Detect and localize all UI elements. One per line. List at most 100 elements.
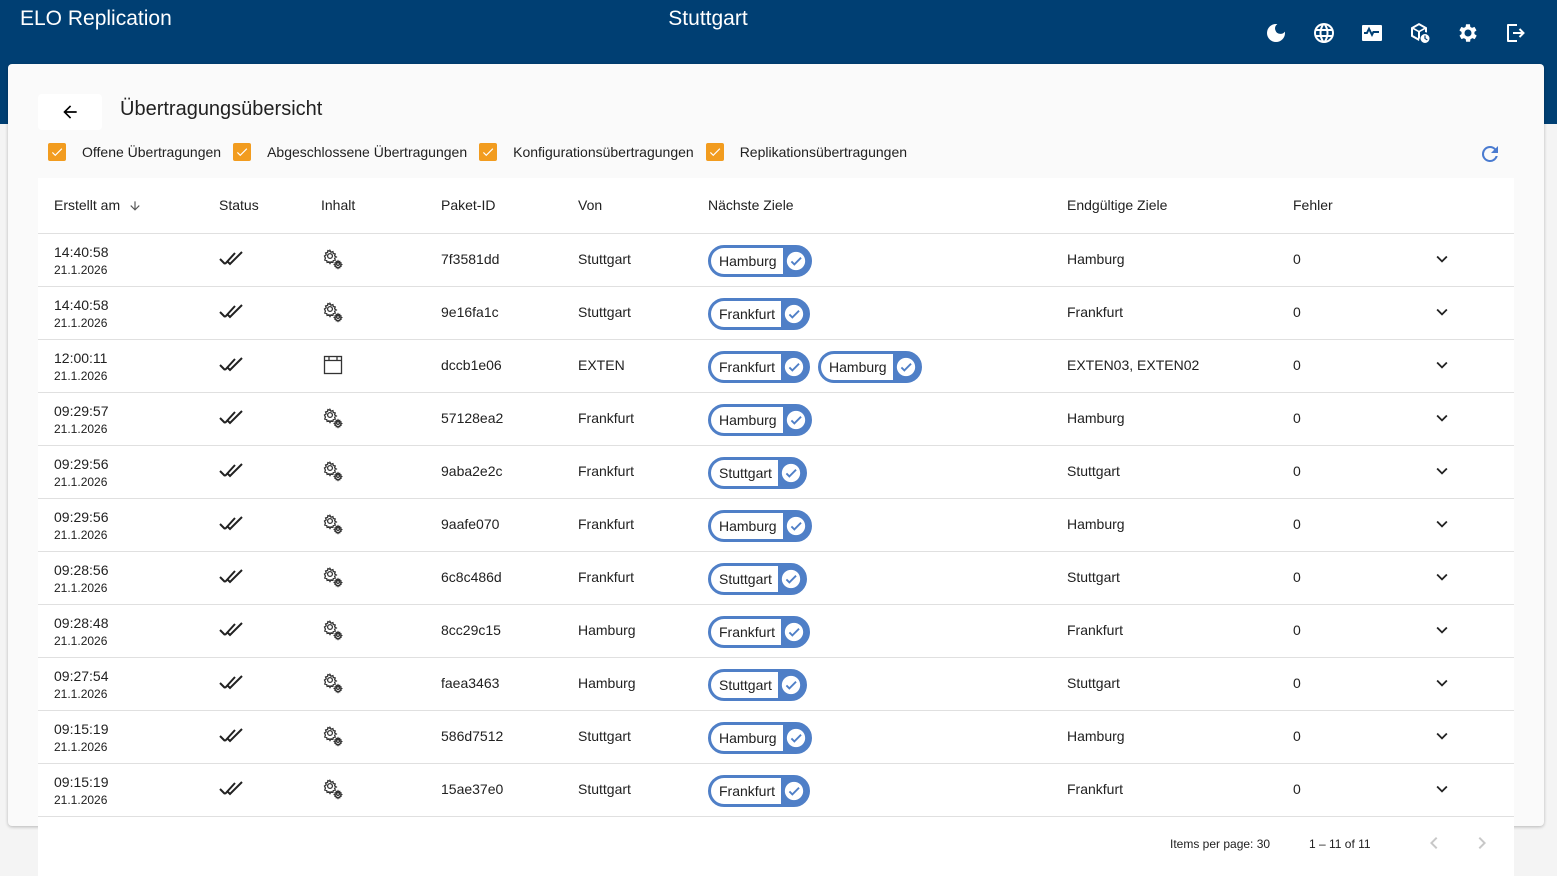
target-chip-label: Hamburg <box>711 513 783 539</box>
chevron-down-icon[interactable] <box>1431 672 1453 694</box>
checkbox[interactable] <box>233 143 252 161</box>
table-header: Erstellt am Status Inhalt Paket-ID Von N… <box>38 178 1514 234</box>
done-all-icon <box>218 778 244 798</box>
items-per-page[interactable]: Items per page: 30 <box>1170 837 1270 851</box>
column-header-content[interactable]: Inhalt <box>321 197 355 213</box>
chevron-down-icon[interactable] <box>1431 566 1453 588</box>
error-count: 0 <box>1293 781 1301 797</box>
column-header-next-targets[interactable]: Nächste Ziele <box>708 197 794 213</box>
target-chip[interactable]: Frankfurt <box>708 616 811 648</box>
created-time: 09:27:54 <box>54 668 109 684</box>
back-button[interactable] <box>38 94 102 130</box>
target-chip-label: Stuttgart <box>711 460 778 486</box>
package-id: 9e16fa1c <box>441 304 499 320</box>
filter-completed-transfers[interactable]: Abgeschlossene Übertragungen <box>233 143 479 161</box>
created-time: 09:29:56 <box>54 456 109 472</box>
target-chip[interactable]: Frankfurt <box>708 351 811 383</box>
from-site: EXTEN <box>578 357 625 373</box>
window-icon <box>321 353 345 377</box>
table-row[interactable]: 09:15:19 21.1.2026 15ae37e0 Stuttgart Fr… <box>38 764 1514 817</box>
package-schedule-icon[interactable] <box>1396 19 1444 47</box>
chevron-down-icon[interactable] <box>1431 354 1453 376</box>
table-row[interactable]: 14:40:58 21.1.2026 9e16fa1c Stuttgart Fr… <box>38 287 1514 340</box>
chevron-down-icon[interactable] <box>1431 407 1453 429</box>
table-row[interactable]: 14:40:58 21.1.2026 7f3581dd Stuttgart Ha… <box>38 234 1514 287</box>
target-chip-label: Frankfurt <box>711 778 782 804</box>
chevron-down-icon[interactable] <box>1431 460 1453 482</box>
checkbox[interactable] <box>479 143 498 161</box>
checkbox[interactable] <box>48 143 66 161</box>
target-chip[interactable]: Stuttgart <box>708 669 807 701</box>
created-time: 12:00:11 <box>54 350 108 366</box>
target-chip[interactable]: Hamburg <box>708 722 812 754</box>
from-site: Frankfurt <box>578 516 635 532</box>
table-row[interactable]: 09:27:54 21.1.2026 faea3463 Hamburg Stut… <box>38 658 1514 711</box>
table-row[interactable]: 09:29:56 21.1.2026 9aba2e2c Frankfurt St… <box>38 446 1514 499</box>
previous-page-button[interactable] <box>1422 831 1446 855</box>
created-date: 21.1.2026 <box>54 528 108 542</box>
target-chip-label: Hamburg <box>711 725 783 751</box>
target-chip[interactable]: Frankfurt <box>708 298 811 330</box>
next-page-button[interactable] <box>1470 831 1494 855</box>
checkbox[interactable] <box>705 143 724 161</box>
column-header-package-id[interactable]: Paket-ID <box>441 197 495 213</box>
final-targets: Hamburg <box>1067 410 1125 426</box>
filter-bar: Offene Übertragungen Abgeschlossene Über… <box>48 143 919 161</box>
target-chip[interactable]: Hamburg <box>708 404 812 436</box>
chevron-down-icon[interactable] <box>1431 301 1453 323</box>
table-row[interactable]: 09:29:57 21.1.2026 57128ea2 Frankfurt Ha… <box>38 393 1514 446</box>
table-row[interactable]: 09:15:19 21.1.2026 586d7512 Stuttgart Ha… <box>38 711 1514 764</box>
column-header-errors[interactable]: Fehler <box>1293 197 1333 213</box>
target-chip[interactable]: Hamburg <box>708 510 812 542</box>
chevron-down-icon[interactable] <box>1431 778 1453 800</box>
chevron-down-icon[interactable] <box>1431 725 1453 747</box>
package-id: faea3463 <box>441 675 500 691</box>
table-row[interactable]: 12:00:11 21.1.2026 dccb1e06 EXTEN Frankf… <box>38 340 1514 393</box>
error-count: 0 <box>1293 675 1301 691</box>
created-time: 09:28:48 <box>54 615 109 631</box>
table-row[interactable]: 09:29:56 21.1.2026 9aafe070 Frankfurt Ha… <box>38 499 1514 552</box>
language-icon[interactable] <box>1300 19 1348 47</box>
column-header-status[interactable]: Status <box>219 197 259 213</box>
filter-label: Abgeschlossene Übertragungen <box>267 144 468 160</box>
final-targets: Stuttgart <box>1067 569 1120 585</box>
target-chip-label: Stuttgart <box>711 672 778 698</box>
settings-gears-icon <box>321 565 345 589</box>
table-row[interactable]: 09:28:48 21.1.2026 8cc29c15 Hamburg Fran… <box>38 605 1514 658</box>
final-targets: Frankfurt <box>1067 622 1124 638</box>
next-targets: Frankfurt <box>708 298 811 330</box>
done-all-icon <box>218 513 244 533</box>
error-count: 0 <box>1293 728 1301 744</box>
target-chip[interactable]: Hamburg <box>818 351 922 383</box>
target-chip[interactable]: Hamburg <box>708 245 812 277</box>
target-chip[interactable]: Stuttgart <box>708 563 807 595</box>
chevron-down-icon[interactable] <box>1431 513 1453 535</box>
page-range: 1 – 11 of 11 <box>1309 837 1371 851</box>
logout-icon[interactable] <box>1492 19 1540 47</box>
filter-replication-transfers[interactable]: Replikationsübertragungen <box>705 143 919 161</box>
column-header-final-targets[interactable]: Endgültige Ziele <box>1067 197 1167 213</box>
filter-config-transfers[interactable]: Konfigurationsübertragungen <box>479 143 706 161</box>
error-count: 0 <box>1293 622 1301 638</box>
target-chip-label: Frankfurt <box>711 619 782 645</box>
created-time: 09:15:19 <box>54 774 109 790</box>
chevron-down-icon[interactable] <box>1431 248 1453 270</box>
column-header-created[interactable]: Erstellt am <box>54 197 142 213</box>
settings-gears-icon <box>321 300 345 324</box>
transfers-table: Erstellt am Status Inhalt Paket-ID Von N… <box>38 178 1514 876</box>
monitoring-icon[interactable] <box>1348 19 1396 47</box>
refresh-icon[interactable] <box>1478 142 1502 166</box>
target-chip[interactable]: Frankfurt <box>708 775 811 807</box>
filter-open-transfers[interactable]: Offene Übertragungen <box>48 143 233 161</box>
table-row[interactable]: 09:28:56 21.1.2026 6c8c486d Frankfurt St… <box>38 552 1514 605</box>
paginator: Items per page: 30 1 – 11 of 11 <box>38 827 1514 863</box>
settings-icon[interactable] <box>1444 19 1492 47</box>
created-date: 21.1.2026 <box>54 475 108 489</box>
target-chip[interactable]: Stuttgart <box>708 457 807 489</box>
chevron-down-icon[interactable] <box>1431 619 1453 641</box>
column-header-from[interactable]: Von <box>578 197 602 213</box>
settings-gears-icon <box>321 724 345 748</box>
package-id: 57128ea2 <box>441 410 504 426</box>
dark-mode-icon[interactable] <box>1252 19 1300 47</box>
next-targets: Stuttgart <box>708 563 807 595</box>
